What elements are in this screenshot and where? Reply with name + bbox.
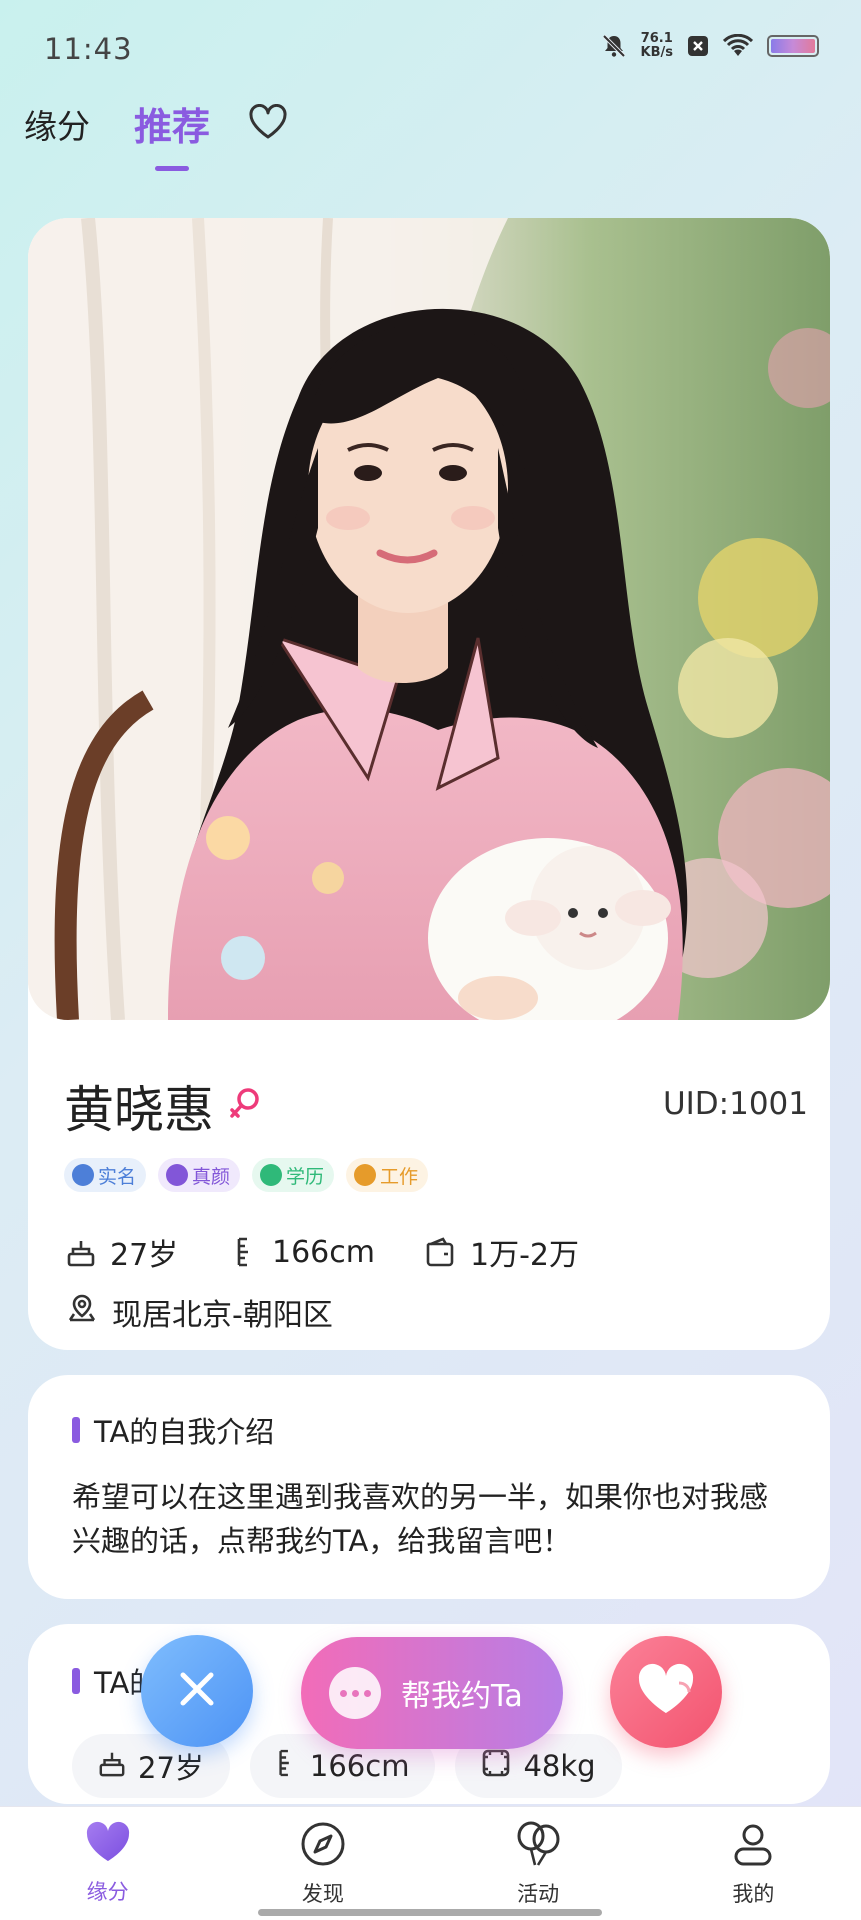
nav-label: 发现: [301, 1882, 344, 1906]
nav-item-activity[interactable]: 活动: [431, 1807, 646, 1920]
home-indicator[interactable]: [258, 1909, 602, 1916]
stat-income: 1万-2万: [424, 1230, 579, 1274]
badge-education: 学历: [252, 1158, 335, 1192]
wifi-icon: [723, 34, 753, 58]
net-speed-unit: KB/s: [640, 45, 673, 60]
work-icon: [354, 1164, 377, 1186]
location-icon: [66, 1292, 98, 1332]
top-tabs: 缘分 推荐: [24, 96, 288, 151]
stat-age: 27岁: [66, 1230, 234, 1274]
date-request-button[interactable]: 帮我约Ta: [301, 1637, 563, 1749]
real-face-icon: [166, 1164, 189, 1186]
heart-icon: [635, 1663, 697, 1721]
heart-outline-icon[interactable]: [248, 103, 288, 144]
ruler-icon: [234, 1236, 258, 1268]
verification-badges: 实名 真颜 学历 工作: [64, 1158, 429, 1192]
net-speed: 76.1 KB/s: [641, 32, 673, 60]
cake-icon: [66, 1236, 96, 1268]
badge-work: 工作: [346, 1158, 429, 1192]
stat-income-value: 1万-2万: [470, 1238, 579, 1273]
ruler-icon: [276, 1748, 298, 1785]
bottom-nav: 缘分 发现 活动 我的: [0, 1806, 861, 1920]
person-icon: [730, 1821, 776, 1872]
intro-card: TA的自我介绍 希望可以在这里遇到我喜欢的另一半，如果你也对我感兴趣的话，点帮我…: [28, 1375, 830, 1599]
date-request-label: 帮我约Ta: [401, 1679, 523, 1714]
net-speed-value: 76.1: [640, 31, 673, 46]
chip-age-value: 27岁: [138, 1751, 204, 1785]
intro-title: TA的自我介绍: [72, 1409, 274, 1451]
badge-real-face: 真颜: [158, 1158, 241, 1192]
stats-row: 27岁 166cm 1万-2万: [66, 1230, 579, 1274]
badge-label: 真颜: [192, 1165, 231, 1188]
education-icon: [260, 1164, 283, 1186]
profile-uid: UID:1001: [662, 1086, 808, 1122]
nav-item-fate[interactable]: 缘分: [0, 1807, 215, 1920]
like-button[interactable]: [610, 1636, 722, 1748]
chip-weight-value: 48kg: [523, 1749, 596, 1783]
close-icon: [175, 1667, 219, 1715]
location-text: 现居北京-朝阳区: [112, 1298, 333, 1333]
status-time: 11:43: [44, 32, 133, 66]
nav-label: 缘分: [86, 1880, 129, 1904]
badge-real-name: 实名: [64, 1158, 147, 1192]
intro-text: 希望可以在这里遇到我喜欢的另一半，如果你也对我感兴趣的话，点帮我约TA，给我留言…: [72, 1480, 769, 1558]
nav-item-mine[interactable]: 我的: [646, 1807, 861, 1920]
bell-off-icon: [601, 33, 627, 59]
cake-icon: [98, 1748, 126, 1785]
battery-icon: [767, 35, 819, 57]
nav-label: 活动: [517, 1882, 560, 1906]
stat-height: 166cm: [234, 1235, 424, 1270]
intro-title-text: TA的自我介绍: [94, 1415, 275, 1449]
badge-label: 实名: [98, 1165, 137, 1188]
chat-bubble-icon: [329, 1667, 381, 1719]
compass-icon: [300, 1821, 346, 1872]
female-icon: [228, 1086, 262, 1126]
chip-height-value: 166cm: [309, 1749, 410, 1783]
wallet-icon: [424, 1236, 456, 1268]
profile-photo[interactable]: [28, 218, 830, 1020]
status-icons: 76.1 KB/s: [601, 32, 819, 60]
close-box-icon: [687, 35, 709, 57]
tab-fate[interactable]: 缘分: [24, 100, 90, 148]
badge-label: 工作: [380, 1165, 419, 1188]
scale-icon: [481, 1748, 511, 1785]
heart-icon: [84, 1821, 132, 1870]
section-accent-bar: [72, 1668, 80, 1694]
stat-age-value: 27岁: [110, 1238, 179, 1273]
real-name-icon: [72, 1164, 94, 1186]
stat-height-value: 166cm: [272, 1234, 375, 1270]
profile-name: 黄晓惠: [64, 1081, 214, 1139]
tab-recommend[interactable]: 推荐: [134, 96, 210, 151]
balloon-icon: [514, 1821, 562, 1872]
status-bar: 11:43 76.1 KB/s: [0, 0, 861, 90]
nav-item-discover[interactable]: 发现: [215, 1807, 430, 1920]
badge-label: 学历: [286, 1165, 325, 1188]
pass-button[interactable]: [141, 1635, 253, 1747]
name-row: 黄晓惠: [64, 1070, 262, 1142]
nav-label: 我的: [732, 1882, 775, 1906]
section-accent-bar: [72, 1417, 80, 1443]
profile-card[interactable]: 黄晓惠 UID:1001 实名 真颜 学历 工作 27岁 166cm 1万-2万…: [28, 218, 830, 1350]
location-row: 现居北京-朝阳区: [66, 1290, 333, 1334]
